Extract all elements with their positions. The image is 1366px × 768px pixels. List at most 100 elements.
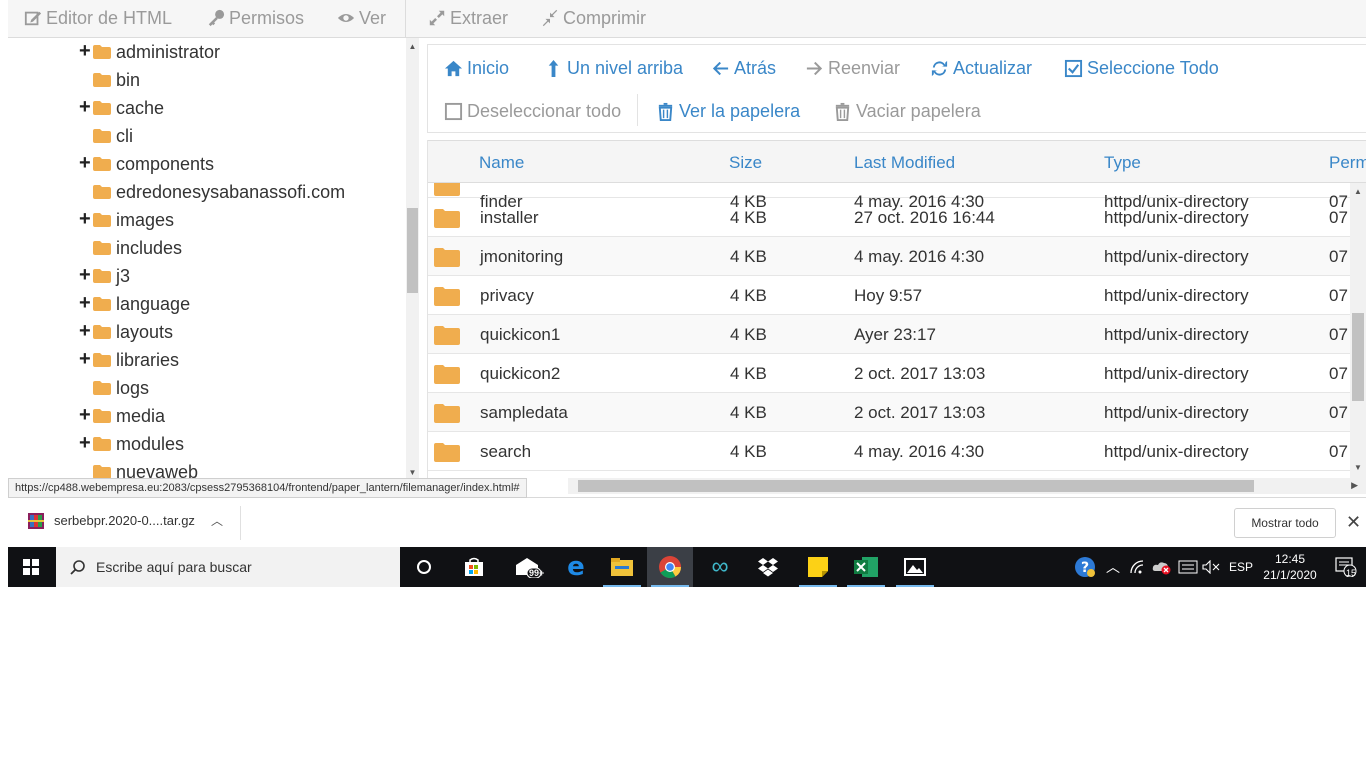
- onedrive-error-icon[interactable]: [1152, 547, 1172, 587]
- file-explorer-icon[interactable]: [599, 547, 645, 587]
- table-row[interactable]: installer 4 KB 27 oct. 2016 16:44 httpd/uni…: [428, 198, 1366, 237]
- sticky-notes-icon[interactable]: [795, 547, 841, 587]
- table-row[interactable]: quickicon1 4 KB Ayer 23:17 httpd/unix-direc…: [428, 315, 1366, 354]
- infinity-app-icon[interactable]: ∞: [697, 547, 743, 587]
- file-modified: 4 may. 2016 4:30: [854, 247, 985, 266]
- tree-item[interactable]: includes: [93, 234, 182, 262]
- chevron-up-icon[interactable]: ︿: [1106, 547, 1120, 587]
- tree-item[interactable]: + language: [79, 290, 190, 318]
- tree-item[interactable]: + administrator: [79, 38, 221, 66]
- language-indicator[interactable]: ESP: [1229, 547, 1253, 587]
- select-all-label: Seleccione Todo: [1087, 58, 1219, 78]
- tree-item[interactable]: nuevaweb: [93, 458, 198, 480]
- tree-scrollbar-thumb[interactable]: [407, 208, 418, 293]
- column-last-modified[interactable]: Last Modified: [854, 153, 955, 173]
- scroll-right-arrow[interactable]: ▶: [1351, 480, 1358, 491]
- download-item[interactable]: serbebpr.2020-0....tar.gz ︿: [28, 512, 223, 529]
- folder-icon: [93, 381, 111, 395]
- column-size[interactable]: Size: [729, 153, 762, 173]
- column-permissions[interactable]: Perm: [1329, 153, 1366, 173]
- excel-icon[interactable]: [843, 547, 889, 587]
- tree-item[interactable]: + libraries: [79, 346, 179, 374]
- expand-icon[interactable]: +: [79, 265, 91, 285]
- folder-icon: [434, 209, 460, 228]
- tree-item[interactable]: + layouts: [79, 318, 173, 346]
- horizontal-scrollbar-thumb[interactable]: [578, 480, 1254, 492]
- tree-item-label: administrator: [116, 41, 221, 62]
- table-row[interactable]: quickicon2 4 KB 2 oct. 2017 13:03 httpd/uni…: [428, 354, 1366, 393]
- permissions-button[interactable]: Permisos: [207, 6, 304, 30]
- chevron-up-icon[interactable]: ︿: [211, 512, 223, 529]
- wifi-shape: [1130, 560, 1144, 574]
- tree-item[interactable]: + modules: [79, 430, 184, 458]
- column-name[interactable]: Name: [479, 153, 524, 173]
- expand-icon[interactable]: +: [79, 209, 91, 229]
- table-row[interactable]: sampledata 4 KB 2 oct. 2017 13:03 httpd/uni…: [428, 393, 1366, 432]
- tree-item[interactable]: + images: [79, 206, 174, 234]
- table-row[interactable]: jmonitoring 4 KB 4 may. 2016 4:30 httpd/uni…: [428, 237, 1366, 276]
- table-scrollbar[interactable]: ▲ ▼: [1350, 183, 1366, 480]
- table-row[interactable]: search 4 KB 4 may. 2016 4:30 httpd/unix-dir…: [428, 432, 1366, 471]
- table-row[interactable]: privacy 4 KB Hoy 9:57 httpd/unix-directory 0…: [428, 276, 1366, 315]
- tree-item[interactable]: edredonesysabanassofi.com: [93, 178, 345, 206]
- mail-icon[interactable]: 99+: [505, 547, 551, 587]
- select-all-button[interactable]: Seleccione Todo: [1064, 58, 1219, 79]
- volume-muted-icon[interactable]: [1202, 547, 1220, 587]
- store-icon[interactable]: [451, 547, 497, 587]
- tree-item[interactable]: logs: [93, 374, 149, 402]
- scroll-down-arrow[interactable]: ▼: [1350, 463, 1366, 472]
- extract-button[interactable]: Extraer: [428, 6, 508, 30]
- refresh-button[interactable]: Actualizar: [930, 58, 1032, 79]
- windows-start-icon[interactable]: [8, 547, 54, 587]
- expand-icon[interactable]: +: [79, 433, 91, 453]
- table-scrollbar-thumb[interactable]: [1352, 313, 1364, 401]
- photos-icon[interactable]: [892, 547, 938, 587]
- tree-item[interactable]: + j3: [79, 262, 130, 290]
- close-icon[interactable]: ✕: [1346, 512, 1361, 533]
- chrome-icon[interactable]: [647, 547, 693, 587]
- empty-trash-button[interactable]: Vaciar papelera: [833, 101, 981, 122]
- tree-item[interactable]: + cache: [79, 94, 164, 122]
- tree-item[interactable]: + components: [79, 150, 214, 178]
- archive-icon: [28, 512, 44, 529]
- dropbox-icon[interactable]: [745, 547, 791, 587]
- help-icon[interactable]: ?: [1074, 547, 1096, 587]
- file-modified: 2 oct. 2017 13:03: [854, 364, 986, 383]
- input-method-icon[interactable]: [1178, 547, 1198, 587]
- tree-scrollbar[interactable]: ▲ ▼: [406, 38, 419, 480]
- system-clock[interactable]: 12:45 21/1/2020: [1260, 551, 1320, 583]
- column-type[interactable]: Type: [1104, 153, 1141, 173]
- expand-icon[interactable]: +: [79, 321, 91, 341]
- html-editor-button[interactable]: Editor de HTML: [24, 6, 172, 30]
- scroll-up-arrow[interactable]: ▲: [1350, 187, 1366, 196]
- horizontal-scrollbar[interactable]: ▶: [568, 478, 1366, 494]
- expand-icon[interactable]: +: [79, 97, 91, 117]
- scroll-up-arrow[interactable]: ▲: [406, 42, 419, 51]
- view-button[interactable]: Ver: [337, 6, 386, 30]
- wifi-icon[interactable]: [1130, 547, 1146, 587]
- expand-icon[interactable]: +: [79, 405, 91, 425]
- compress-icon: [542, 9, 558, 27]
- expand-icon[interactable]: +: [79, 349, 91, 369]
- show-all-downloads-button[interactable]: Mostrar todo: [1234, 508, 1336, 538]
- tree-item[interactable]: bin: [93, 66, 140, 94]
- expand-icon[interactable]: +: [79, 153, 91, 173]
- expand-icon[interactable]: +: [79, 293, 91, 313]
- scroll-down-arrow[interactable]: ▼: [406, 468, 419, 477]
- forward-button[interactable]: Reenviar: [805, 58, 900, 79]
- edge-icon[interactable]: e: [553, 547, 599, 587]
- folder-icon: [93, 325, 111, 339]
- notification-center-icon[interactable]: 15: [1335, 547, 1357, 587]
- compress-button[interactable]: Comprimir: [541, 6, 646, 30]
- arrow-right-icon: [806, 61, 823, 76]
- tree-item[interactable]: cli: [93, 122, 133, 150]
- home-button[interactable]: Inicio: [444, 58, 509, 79]
- deselect-all-button[interactable]: Deseleccionar todo: [444, 101, 621, 122]
- cortana-icon[interactable]: [401, 547, 447, 587]
- back-button[interactable]: Atrás: [711, 58, 776, 79]
- tree-item[interactable]: + media: [79, 402, 165, 430]
- up-level-button[interactable]: Un nivel arriba: [544, 58, 683, 79]
- taskbar-search[interactable]: Escribe aquí para buscar: [56, 547, 400, 587]
- view-trash-button[interactable]: Ver la papelera: [656, 101, 800, 122]
- expand-icon[interactable]: +: [79, 41, 91, 61]
